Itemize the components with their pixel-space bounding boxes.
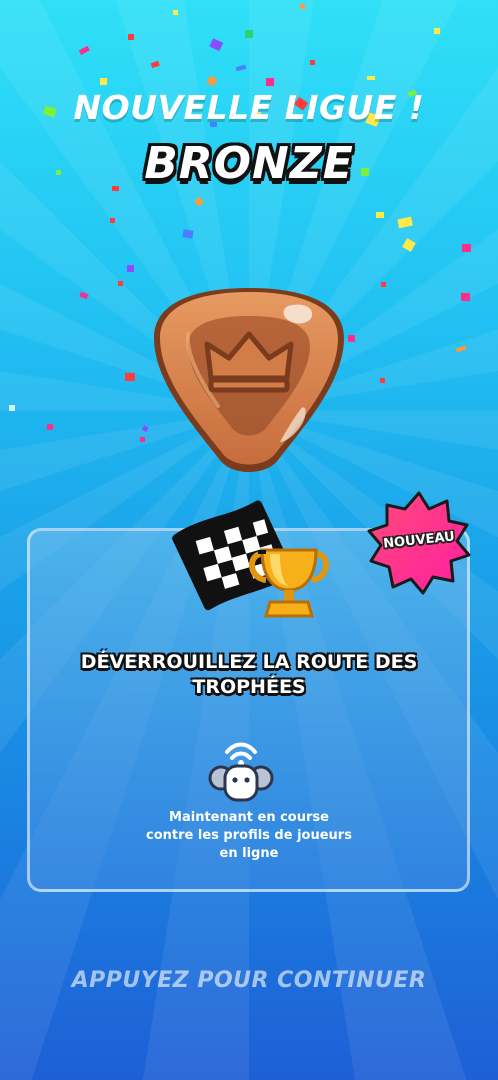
unlock-title: DÉVERROUILLEZ LA ROUTE DES TROPHÉES bbox=[40, 650, 458, 700]
description-line: en ligne bbox=[219, 846, 279, 861]
description-line: contre les profils de joueurs bbox=[146, 828, 352, 843]
bronze-league-badge bbox=[148, 282, 350, 482]
crown-icon bbox=[204, 331, 294, 393]
tap-to-continue-button[interactable]: APPUYEZ POUR CONTINUER bbox=[0, 968, 498, 993]
online-players-icon bbox=[205, 738, 277, 808]
unlock-title-line: TROPHÉES bbox=[192, 676, 306, 698]
trophy-icon bbox=[249, 548, 329, 618]
new-league-title: NOUVELLE LIGUE ! bbox=[73, 88, 425, 127]
flag-trophy-illustration bbox=[170, 492, 338, 624]
online-description: Maintenant en course contre les profils … bbox=[90, 809, 408, 863]
description-line: Maintenant en course bbox=[169, 810, 329, 825]
unlock-title-line: DÉVERROUILLEZ LA ROUTE DES bbox=[80, 651, 418, 673]
league-name: BRONZE bbox=[144, 138, 354, 189]
